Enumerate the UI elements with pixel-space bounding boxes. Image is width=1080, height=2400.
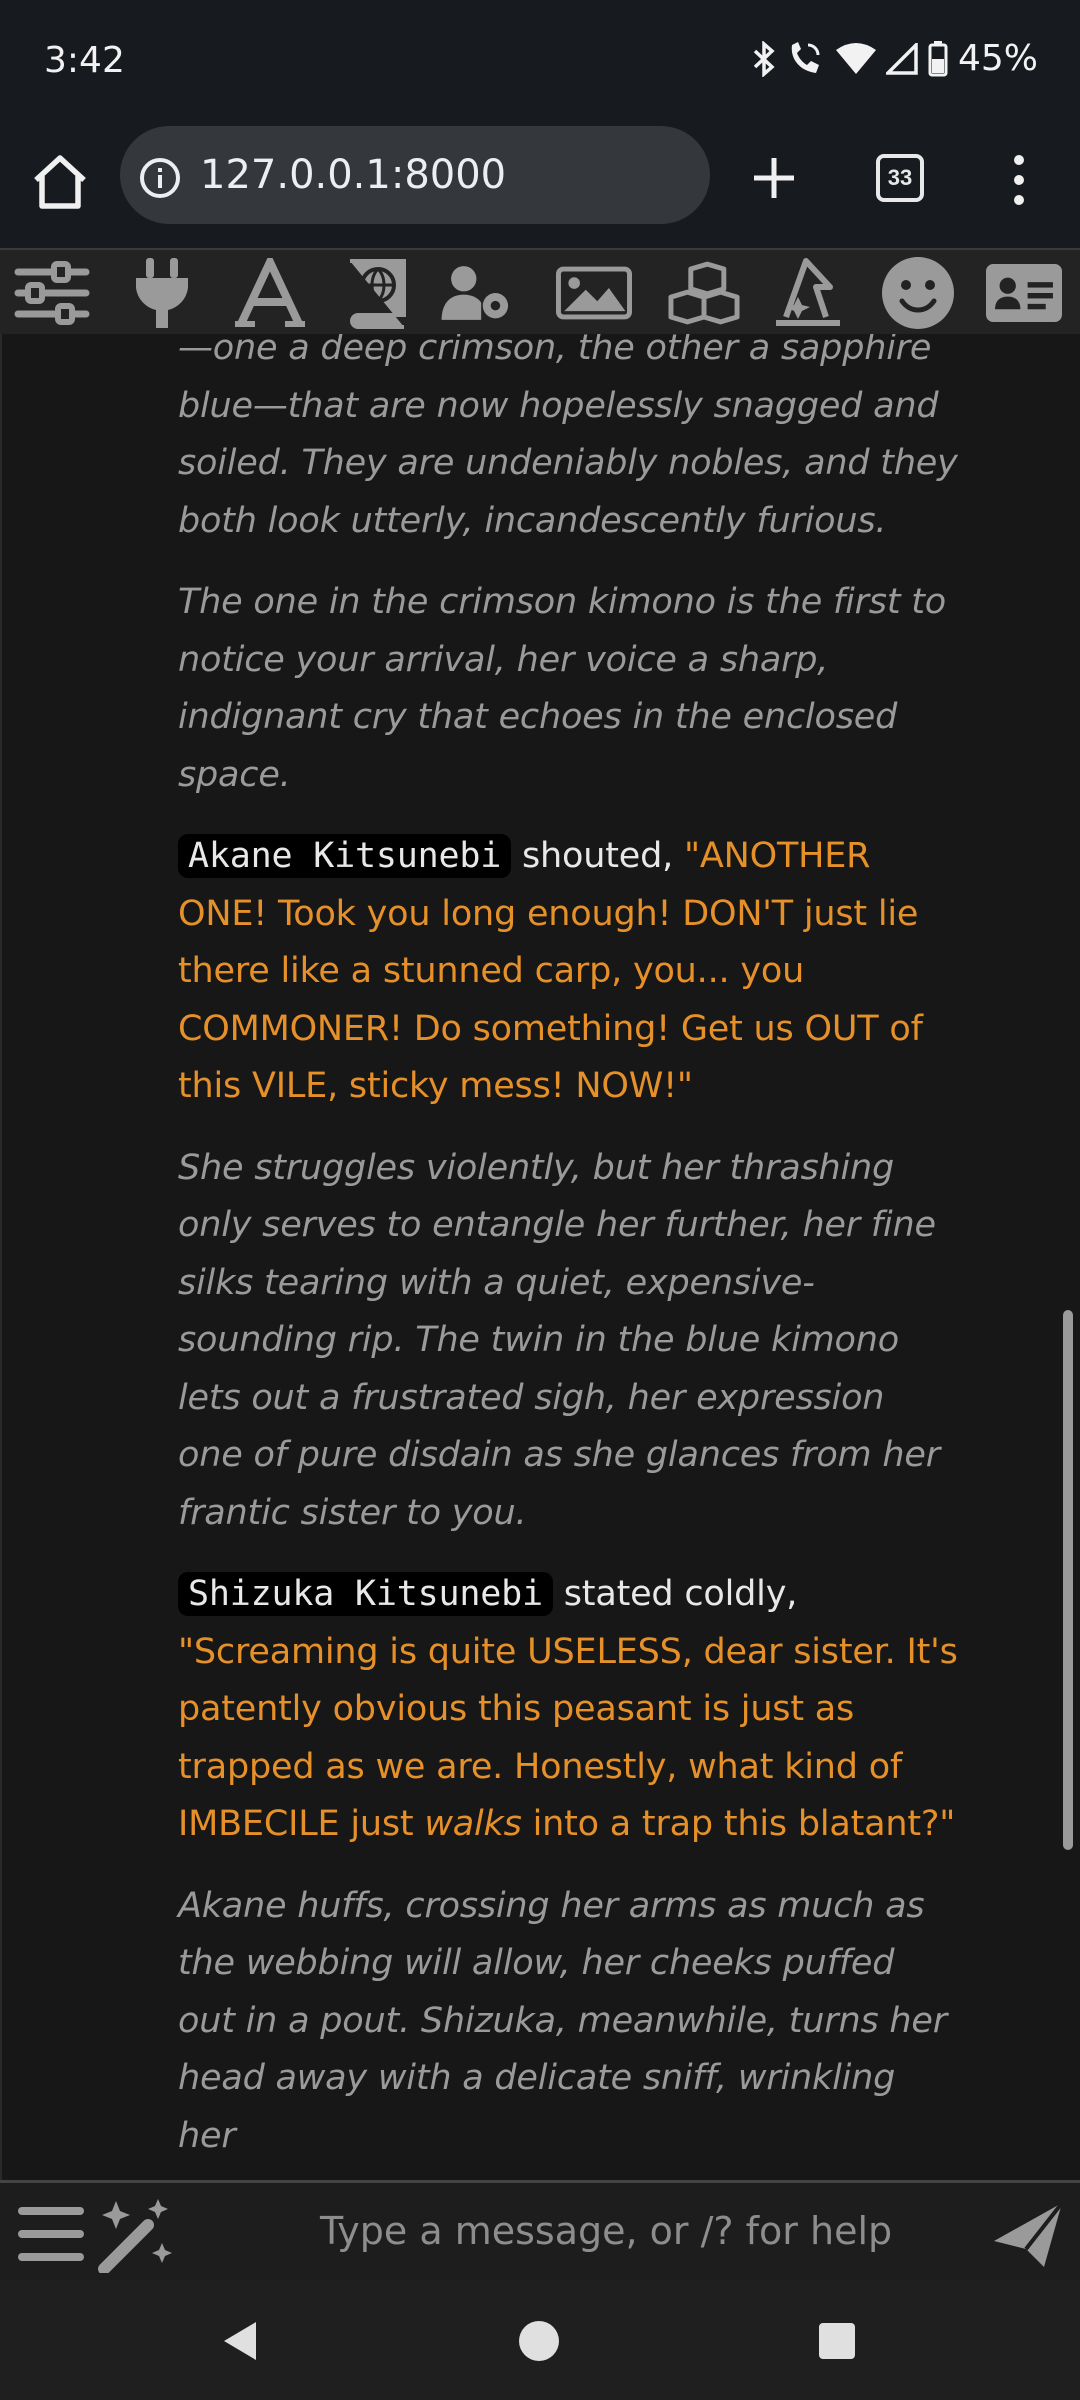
narration-paragraph: —one a deep crimson, the other a sapphir… xyxy=(178,334,958,541)
hamburger-menu-icon[interactable] xyxy=(18,2205,84,2263)
narration-paragraph: Akane huffs, crossing her arms as much a… xyxy=(178,1885,947,2156)
speech-verb: stated coldly, xyxy=(563,1574,798,1614)
narration-paragraph: She struggles violently, but her thrashi… xyxy=(178,1147,940,1533)
url-text[interactable]: 127.0.0.1:8000 xyxy=(200,152,506,198)
home-icon[interactable] xyxy=(28,150,92,214)
overflow-menu-icon[interactable] xyxy=(1005,152,1033,208)
browser-toolbar: 127.0.0.1:8000 33 xyxy=(0,124,1080,248)
image-icon[interactable] xyxy=(556,258,632,328)
cubes-icon[interactable] xyxy=(666,258,742,328)
speaker-name: Akane Kitsunebi xyxy=(178,834,512,878)
address-bar[interactable]: 127.0.0.1:8000 xyxy=(120,126,710,224)
emphasis: walks xyxy=(424,1804,522,1844)
speech-verb: shouted, xyxy=(522,836,674,876)
system-nav-bar xyxy=(0,2280,1080,2400)
narration-paragraph: The one in the crimson kimono is the fir… xyxy=(178,582,947,795)
tab-switcher-button[interactable]: 33 xyxy=(876,154,924,202)
chat-area[interactable]: —one a deep crimson, the other a sapphir… xyxy=(0,334,1080,2180)
app-toolbar xyxy=(0,248,1080,336)
message-input[interactable]: Type a message, or /? for help xyxy=(320,2209,892,2253)
magic-wand-icon[interactable] xyxy=(96,2197,176,2273)
wifi-calling-icon xyxy=(791,41,820,73)
back-icon[interactable] xyxy=(222,2320,258,2362)
wifi-icon xyxy=(835,42,876,74)
home-nav-icon[interactable] xyxy=(518,2320,560,2362)
info-icon[interactable] xyxy=(138,156,182,200)
message-input-bar: Type a message, or /? for help xyxy=(0,2180,1080,2283)
recents-icon[interactable] xyxy=(818,2322,856,2360)
status-bar: 3:42 45% xyxy=(0,0,1080,124)
message-body: —one a deep crimson, the other a sapphir… xyxy=(178,334,958,2180)
status-icons: 45% xyxy=(752,38,1038,79)
wizard-hat-icon[interactable] xyxy=(770,258,846,328)
book-globe-icon[interactable] xyxy=(340,258,416,329)
speaker-name: Shizuka Kitsunebi xyxy=(178,1572,553,1616)
send-icon[interactable] xyxy=(992,2201,1064,2269)
scrollbar-thumb[interactable] xyxy=(1063,1310,1073,1850)
new-tab-icon[interactable] xyxy=(748,152,800,204)
sliders-icon[interactable] xyxy=(14,258,90,328)
cell-signal-icon xyxy=(885,42,918,75)
id-card-icon[interactable] xyxy=(986,258,1062,328)
font-icon[interactable] xyxy=(232,258,308,328)
battery-percent: 45% xyxy=(957,38,1038,79)
user-gear-icon[interactable] xyxy=(440,258,516,328)
battery-icon xyxy=(928,40,948,76)
bluetooth-icon xyxy=(753,40,775,77)
plug-icon[interactable] xyxy=(124,258,200,328)
dialogue-paragraph: Shizuka Kitsunebi stated coldly, "Scream… xyxy=(178,1566,958,1854)
smile-icon[interactable] xyxy=(880,257,956,329)
dialogue-quote: "Screaming is quite USELESS, dear sister… xyxy=(178,1631,958,1845)
clock: 3:42 xyxy=(44,40,125,81)
dialogue-paragraph: Akane Kitsunebi shouted, "ANOTHER ONE! T… xyxy=(178,828,958,1116)
